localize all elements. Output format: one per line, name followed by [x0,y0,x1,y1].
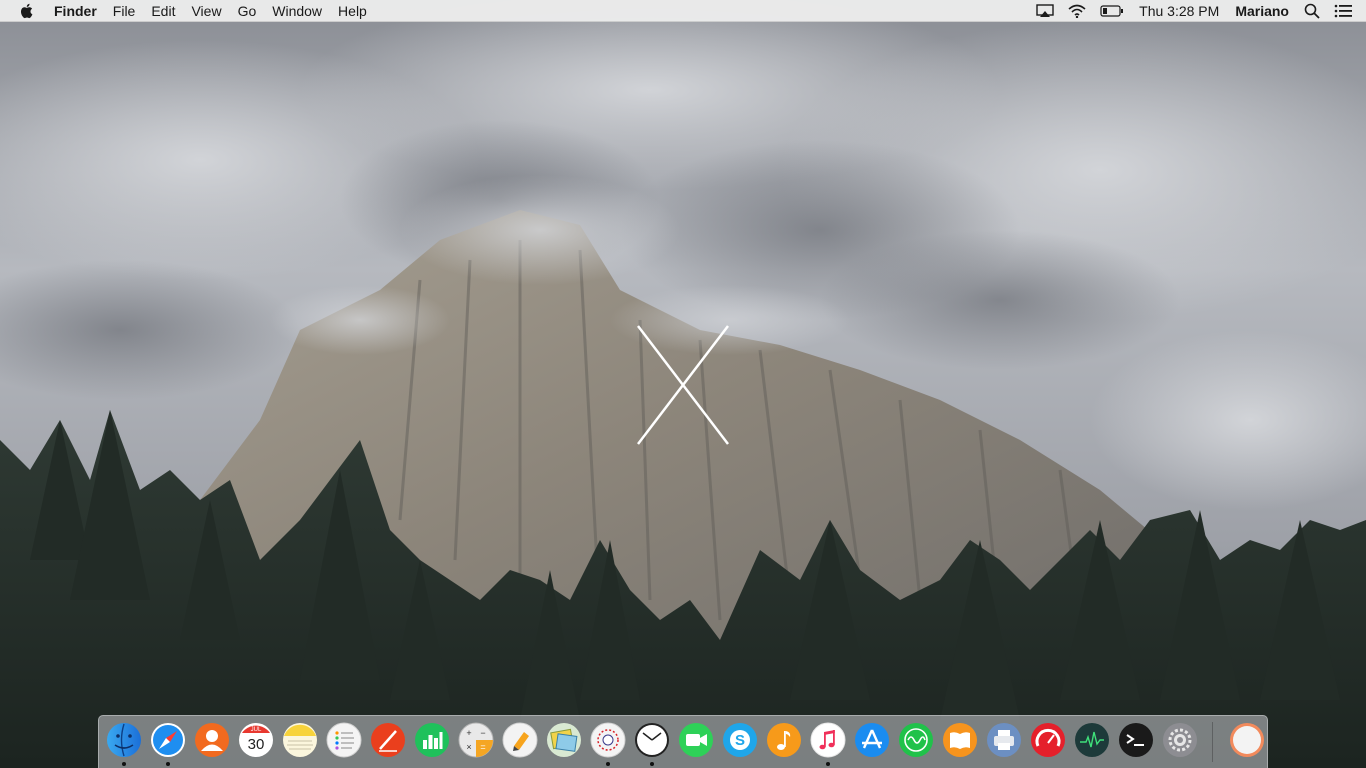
apple-logo-icon[interactable] [0,0,52,22]
music-note-icon [766,722,802,758]
skype-icon: S [722,722,758,758]
svg-text:−: − [480,728,485,738]
ibooks-icon [942,722,978,758]
preview-photos-icon [546,722,582,758]
dock: JUL 30 + − × = S [98,715,1268,768]
menu-go[interactable]: Go [230,0,265,22]
dock-item-calculator[interactable]: + − × = [456,722,496,766]
calendar-month: JUL [251,727,262,733]
dock-item-contacts[interactable] [192,722,232,766]
contacts-icon [194,722,230,758]
menu-file[interactable]: File [105,0,144,22]
dock-item-trash[interactable] [1227,722,1267,766]
reminders-icon [326,722,362,758]
dock-item-preview[interactable] [544,722,584,766]
spotlight-search-icon[interactable] [1297,0,1327,22]
menu-app-finder[interactable]: Finder [52,0,105,22]
dock-item-finder[interactable] [104,722,144,766]
dock-item-app-store[interactable] [852,722,892,766]
dock-item-facetime[interactable] [676,722,716,766]
running-indicator [826,762,830,766]
app-store-icon [854,722,890,758]
printer-icon [986,722,1022,758]
svg-text:×: × [466,742,471,752]
running-indicator [650,762,654,766]
photo-booth-icon [590,722,626,758]
dock-item-itunes[interactable] [808,722,848,766]
running-indicator [166,762,170,766]
svg-text:+: + [466,728,471,738]
dock-item-safari[interactable] [148,722,188,766]
dock-item-pages[interactable] [500,722,540,766]
terminal-icon [1118,722,1154,758]
airplay-icon[interactable] [1029,0,1061,22]
dock-item-photo-booth[interactable] [588,722,628,766]
dock-item-activity-monitor[interactable] [1072,722,1112,766]
safari-icon [150,722,186,758]
dock-item-activity[interactable] [896,722,936,766]
clock-icon [634,722,670,758]
calendar-icon: JUL 30 [238,722,274,758]
dock-item-calendar[interactable]: JUL 30 [236,722,276,766]
svg-text:=: = [480,742,485,752]
dock-item-reminders[interactable] [324,722,364,766]
desktop-wallpaper [0,0,1366,768]
dock-item-skype[interactable]: S [720,722,760,766]
facetime-icon [678,722,714,758]
pages-icon [502,722,538,758]
dock-separator [1212,722,1213,762]
dock-item-system-preferences[interactable] [1160,722,1200,766]
dock-item-music-player[interactable] [764,722,804,766]
dock-item-clock[interactable] [632,722,672,766]
menu-view[interactable]: View [183,0,229,22]
dock-item-printer[interactable] [984,722,1024,766]
speedometer-icon [1030,722,1066,758]
dock-item-notes[interactable] [280,722,320,766]
notes-icon [282,722,318,758]
running-indicator [122,762,126,766]
numbers-chart-icon [414,722,450,758]
itunes-icon [810,722,846,758]
menu-bar: Finder File Edit View Go Window Help Thu… [0,0,1366,22]
pen-app-icon [370,722,406,758]
dock-item-pen-app[interactable] [368,722,408,766]
wifi-icon[interactable] [1061,0,1093,22]
notification-center-icon[interactable] [1327,0,1366,22]
menu-window[interactable]: Window [264,0,330,22]
running-indicator [606,762,610,766]
battery-icon[interactable] [1093,0,1131,22]
system-preferences-gear-icon [1162,722,1198,758]
menu-help[interactable]: Help [330,0,375,22]
finder-icon [106,722,142,758]
waveform-icon [898,722,934,758]
os-x-logo-icon [637,325,729,445]
trash-circle-icon [1229,722,1265,758]
svg-text:S: S [735,732,745,749]
dock-item-speedtest[interactable] [1028,722,1068,766]
dock-item-terminal[interactable] [1116,722,1156,766]
dock-item-ibooks[interactable] [940,722,980,766]
user-name[interactable]: Mariano [1227,0,1297,22]
calendar-day: 30 [248,736,265,753]
activity-monitor-icon [1074,722,1110,758]
dock-item-numbers[interactable] [412,722,452,766]
calculator-icon: + − × = [458,722,494,758]
clock[interactable]: Thu 3:28 PM [1131,0,1227,22]
menu-edit[interactable]: Edit [143,0,183,22]
